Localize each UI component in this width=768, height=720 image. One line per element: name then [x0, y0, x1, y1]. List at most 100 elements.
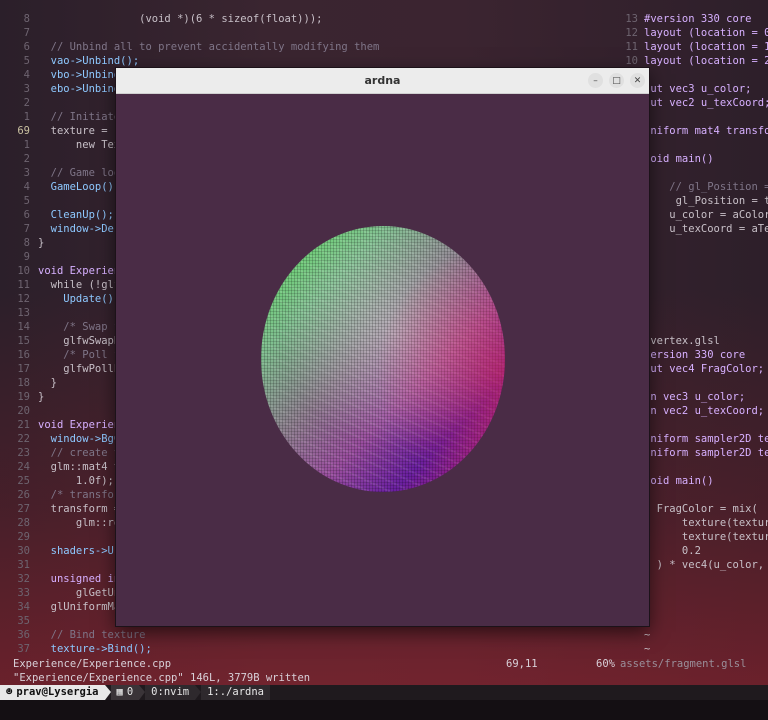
- minimize-button[interactable]: –: [588, 73, 603, 88]
- line-number: 23: [17, 447, 30, 459]
- command-line: "Experience/Experience.cpp" 146L, 3779B …: [0, 671, 768, 685]
- line-number: 13: [625, 13, 638, 25]
- line-text: // Initiate: [38, 111, 121, 123]
- line-text: glfwSwapB: [38, 335, 121, 347]
- tmux-window-0-label: 0:nvim: [151, 686, 190, 698]
- line-text: // gl_Position =: [644, 181, 768, 193]
- line-text: out vec4 FragColor;: [644, 363, 765, 375]
- line-text: vao->Unbind();: [38, 55, 140, 67]
- line-text: /* transfor: [38, 489, 121, 501]
- line-text: }: [38, 237, 45, 249]
- tmux-window-0[interactable]: 0:nvim: [145, 685, 196, 700]
- status-cursor-position: 69,11: [506, 658, 538, 670]
- line-text: shaders->Us: [38, 545, 121, 557]
- line-text: void main(): [644, 475, 714, 487]
- line-text: }: [38, 377, 57, 389]
- line-text: uniform sampler2D tex: [644, 433, 768, 445]
- line-number: 6: [23, 41, 30, 53]
- code-line[interactable]: ~: [624, 642, 768, 656]
- line-number: 28: [17, 517, 30, 529]
- code-line[interactable]: 36 // Bind texture: [0, 628, 620, 642]
- line-text: ~: [644, 643, 651, 655]
- line-text: texture(textur: [644, 531, 768, 543]
- line-text: in vec2 u_texCoord;: [644, 405, 765, 417]
- sphere-highlight: [261, 226, 505, 492]
- user-icon: ☻: [6, 686, 13, 698]
- code-line[interactable]: 12 layout (location = 0): [624, 26, 768, 40]
- app-window[interactable]: ardna – □ ✕: [116, 68, 649, 626]
- line-text: // Bind texture: [38, 629, 146, 641]
- status-scroll-percent: 60%: [596, 658, 615, 670]
- line-number: 12: [625, 27, 638, 39]
- code-line[interactable]: 8 (void *)(6 * sizeof(float)));: [0, 12, 620, 26]
- line-number: 1: [23, 139, 30, 151]
- line-number: 21: [17, 419, 30, 431]
- line-number: 31: [17, 559, 30, 571]
- line-text: glUniformMa: [38, 601, 121, 613]
- maximize-button[interactable]: □: [609, 73, 624, 88]
- line-text: glm::mat4 t: [38, 461, 121, 473]
- command-message: "Experience/Experience.cpp" 146L, 3779B …: [13, 672, 311, 684]
- line-number: 24: [17, 461, 30, 473]
- line-text: uniform mat4 transfor: [644, 125, 768, 137]
- status-left-file: Experience/Experience.cpp: [13, 658, 172, 670]
- status-right-file: assets/fragment.glsl: [620, 658, 747, 670]
- line-text: // Unbind all to prevent accidentally mo…: [38, 41, 380, 53]
- code-line[interactable]: 5 vao->Unbind();: [0, 54, 620, 68]
- render-viewport[interactable]: [116, 94, 649, 626]
- code-line[interactable]: 7: [0, 26, 620, 40]
- line-text: CleanUp();: [38, 209, 114, 221]
- line-text: layout (location = 2): [644, 55, 768, 67]
- code-line[interactable]: 10 layout (location = 2): [624, 54, 768, 68]
- code-line[interactable]: 11 layout (location = 1): [624, 40, 768, 54]
- line-number: 8: [23, 237, 30, 249]
- code-line[interactable]: 13 #version 330 core: [624, 12, 768, 26]
- line-number: 22: [17, 433, 30, 445]
- line-text: ~: [644, 629, 651, 641]
- code-line[interactable]: 6 // Unbind all to prevent accidentally …: [0, 40, 620, 54]
- line-text: unsigned in: [38, 573, 121, 585]
- tmux-statusbar: ☻ prav@Lysergia ▦ 0 0:nvim 1:./ardna: [0, 685, 768, 700]
- line-number: 30: [17, 545, 30, 557]
- line-text: // Game loo: [38, 167, 121, 179]
- line-number: 19: [17, 391, 30, 403]
- code-line[interactable]: 37 texture->Bind();: [0, 642, 620, 656]
- line-text: glGetUn: [38, 587, 121, 599]
- line-text: texture(textur: [644, 517, 768, 529]
- line-number: 35: [17, 615, 30, 627]
- tmux-session-name: prav@Lysergia: [16, 686, 99, 698]
- line-number: 33: [17, 587, 30, 599]
- line-text: window->BgC: [38, 433, 121, 445]
- line-number: 4: [23, 181, 30, 193]
- line-text: /* Poll f: [38, 349, 121, 361]
- line-number: 3: [23, 167, 30, 179]
- line-number: 9: [23, 251, 30, 263]
- close-button[interactable]: ✕: [630, 73, 645, 88]
- line-text: version 330 core: [644, 349, 746, 361]
- code-line[interactable]: ~: [624, 628, 768, 642]
- line-number: 8: [23, 13, 30, 25]
- line-text: glm::ro: [38, 517, 121, 529]
- line-text: Update();: [38, 293, 121, 305]
- screen-bottom-strip: [0, 700, 768, 720]
- line-text: void Experien: [38, 419, 121, 431]
- line-text: GameLoop();: [38, 181, 121, 193]
- line-text: 1.0f);: [38, 475, 114, 487]
- window-titlebar[interactable]: ardna – □ ✕: [116, 68, 649, 94]
- line-text: 0.2: [644, 545, 701, 557]
- tmux-window-1[interactable]: 1:./ardna: [201, 685, 271, 700]
- line-number: 12: [17, 293, 30, 305]
- line-text: ) * vec4(u_color,: [644, 559, 765, 571]
- line-number: 69: [17, 125, 30, 137]
- line-number: 37: [17, 643, 30, 655]
- line-text: void Experien: [38, 265, 121, 277]
- line-number: 20: [17, 405, 30, 417]
- line-number: 36: [17, 629, 30, 641]
- line-text: }: [38, 391, 45, 403]
- line-number: 2: [23, 153, 30, 165]
- line-number: 10: [625, 55, 638, 67]
- tmux-window-count-value: 0: [126, 686, 134, 698]
- line-number: 11: [17, 279, 30, 291]
- line-text: glfwPollE: [38, 363, 121, 375]
- line-text: new Tex: [38, 139, 121, 151]
